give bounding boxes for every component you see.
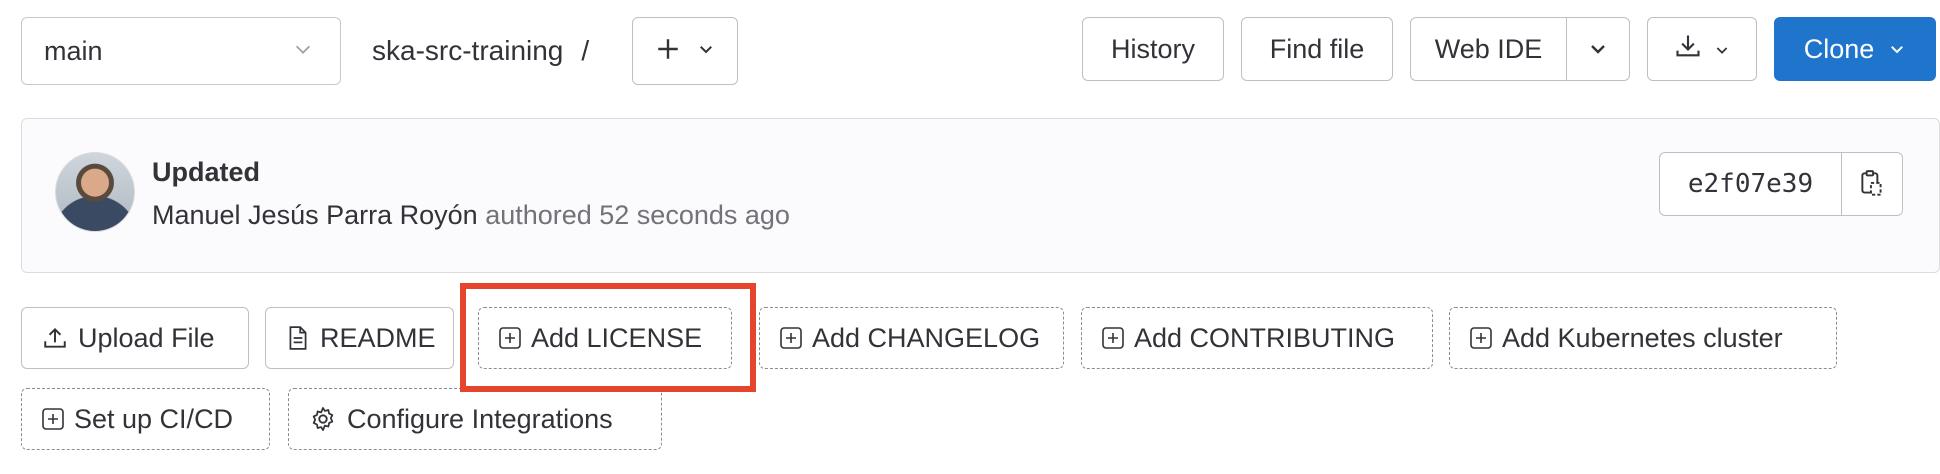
chevron-down-icon [1714, 34, 1730, 65]
commit-title[interactable]: Updated [152, 157, 260, 188]
upload-file-label: Upload File [78, 322, 215, 353]
highlight-annotation [460, 283, 756, 392]
add-contributing-label: Add CONTRIBUTING [1134, 322, 1396, 353]
plus-square-icon [42, 408, 64, 430]
chevron-down-icon [292, 36, 314, 67]
download-button[interactable] [1647, 17, 1757, 81]
setup-cicd-label: Set up CI/CD [74, 403, 234, 434]
clone-label: Clone [1803, 33, 1875, 64]
project-link[interactable]: ska-src-training [372, 35, 563, 67]
setup-cicd-button[interactable]: Set up CI/CD [21, 388, 270, 450]
commit-sha[interactable]: e2f07e39 [1660, 153, 1842, 215]
find-file-button[interactable]: Find file [1241, 17, 1393, 81]
chevron-down-icon [1591, 45, 1605, 54]
plus-square-icon [1102, 327, 1124, 349]
web-ide-split-button: Web IDE [1410, 17, 1630, 81]
branch-selector[interactable]: main [21, 17, 341, 85]
readme-button[interactable]: README [265, 307, 454, 369]
upload-icon [44, 327, 66, 348]
web-ide-button[interactable]: Web IDE [1411, 18, 1567, 80]
plus-square-icon [1470, 327, 1492, 349]
commit-meta: Manuel Jesús Parra Royón authored 52 sec… [152, 200, 790, 231]
copy-to-clipboard-icon [1861, 170, 1882, 196]
plus-icon [655, 36, 681, 67]
add-changelog-label: Add CHANGELOG [812, 322, 1041, 353]
add-kubernetes-label: Add Kubernetes cluster [1502, 322, 1783, 353]
copy-sha-button[interactable] [1842, 153, 1902, 215]
readme-label: README [320, 322, 436, 353]
web-ide-dropdown-toggle[interactable] [1567, 18, 1629, 80]
gear-icon [312, 407, 334, 431]
commit-author[interactable]: Manuel Jesús Parra Royón [152, 200, 478, 230]
add-to-tree-dropdown[interactable] [632, 17, 738, 85]
history-button[interactable]: History [1082, 17, 1224, 81]
chevron-down-icon [1888, 34, 1906, 65]
upload-file-button[interactable]: Upload File [21, 307, 249, 369]
add-kubernetes-cluster-button[interactable]: Add Kubernetes cluster [1449, 307, 1837, 369]
author-avatar[interactable] [55, 152, 135, 232]
branch-name: main [44, 35, 103, 66]
add-changelog-button[interactable]: Add CHANGELOG [759, 307, 1064, 369]
download-icon [1674, 32, 1702, 67]
commit-sha-group: e2f07e39 [1659, 152, 1903, 216]
configure-integrations-button[interactable]: Configure Integrations [288, 388, 662, 450]
document-icon [289, 326, 307, 350]
breadcrumb-separator: / [581, 35, 590, 66]
clone-button[interactable]: Clone [1774, 17, 1936, 81]
breadcrumb: ska-src-training / [372, 17, 589, 85]
commit-authored-time: authored 52 seconds ago [485, 200, 790, 230]
last-commit-panel [21, 118, 1940, 273]
add-contributing-button[interactable]: Add CONTRIBUTING [1081, 307, 1433, 369]
plus-square-icon [780, 327, 802, 349]
configure-integrations-label: Configure Integrations [347, 403, 613, 434]
chevron-down-icon [697, 40, 715, 63]
